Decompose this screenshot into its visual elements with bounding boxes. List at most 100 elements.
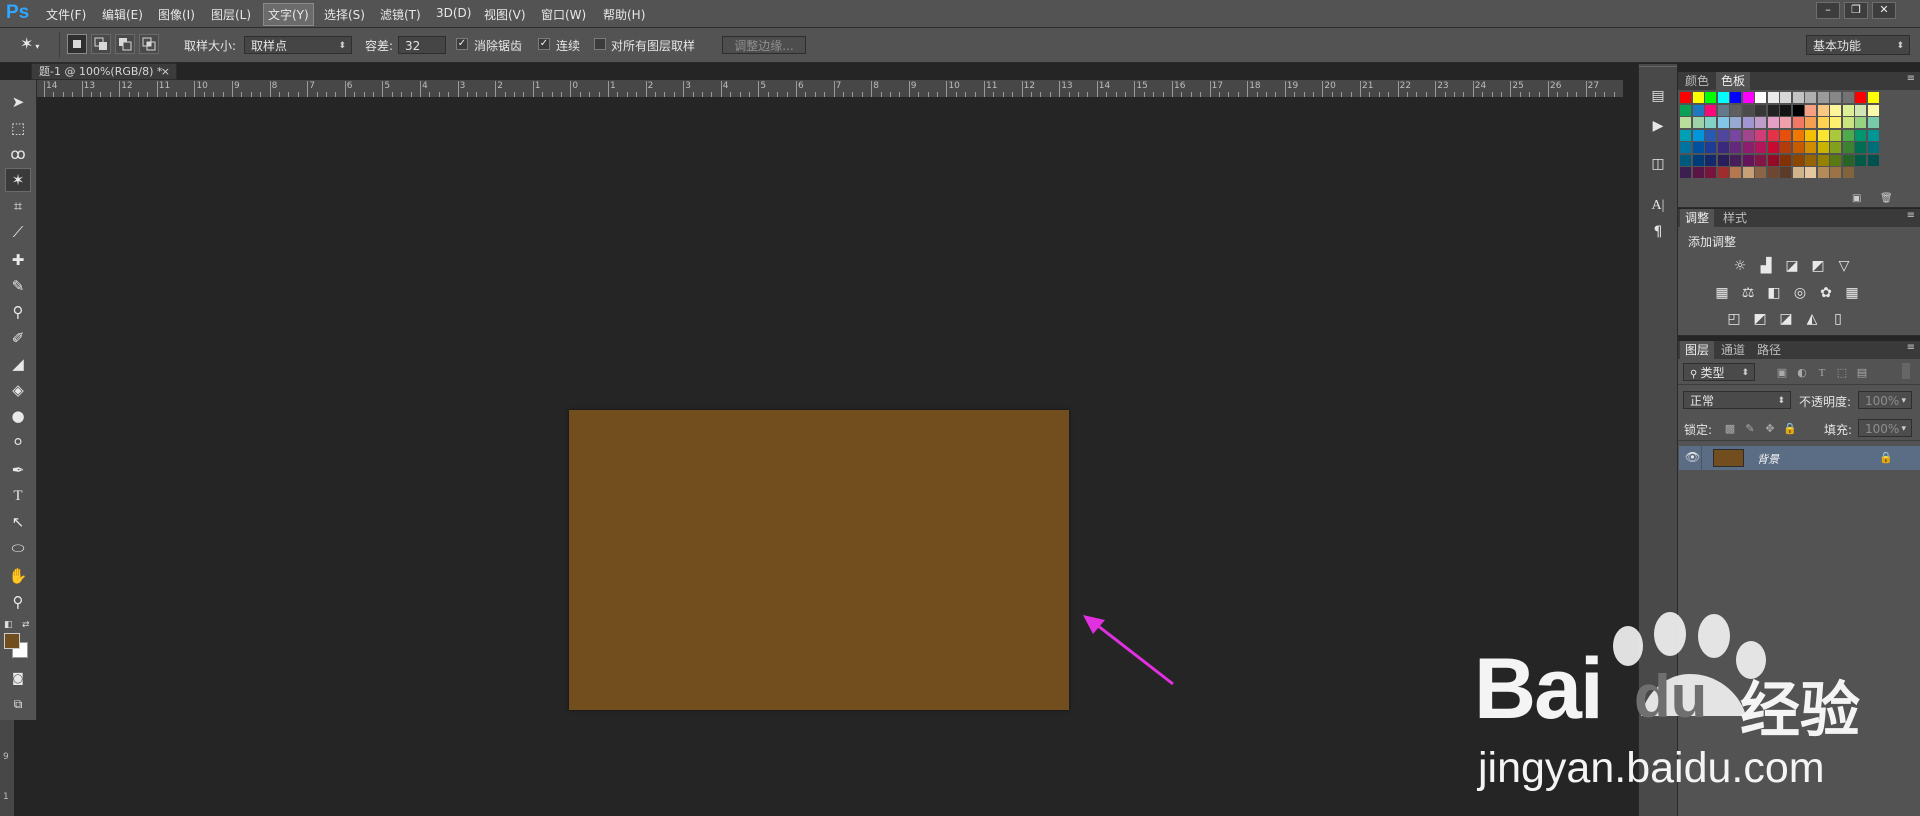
color-swatch[interactable] bbox=[1780, 142, 1791, 153]
color-swatch[interactable] bbox=[1817, 104, 1829, 116]
color-swatch[interactable] bbox=[1717, 154, 1729, 166]
minimize-button[interactable]: – bbox=[1816, 2, 1840, 19]
color-swatch[interactable] bbox=[1855, 142, 1866, 153]
color-swatch[interactable] bbox=[1730, 117, 1741, 128]
color-swatch[interactable] bbox=[1680, 92, 1691, 103]
color-swatch[interactable] bbox=[1830, 154, 1841, 166]
blend-mode-dropdown[interactable]: 正常 ⬍ bbox=[1683, 391, 1791, 409]
menu-filter[interactable]: 滤镜(T) bbox=[380, 6, 421, 23]
color-swatch[interactable] bbox=[1842, 92, 1854, 103]
history-panel-icon[interactable]: ▤ bbox=[1648, 86, 1668, 106]
color-swatch[interactable] bbox=[1842, 129, 1854, 141]
zoom-tool[interactable]: ⚲ bbox=[5, 590, 31, 614]
add-to-selection-button[interactable] bbox=[91, 34, 111, 54]
color-swatch[interactable] bbox=[1705, 92, 1716, 103]
menu-layer[interactable]: 图层(L) bbox=[211, 6, 251, 23]
color-swatch[interactable] bbox=[1842, 154, 1854, 166]
color-swatch[interactable] bbox=[1842, 117, 1854, 128]
color-swatch[interactable] bbox=[1867, 129, 1879, 141]
refine-edge-button[interactable]: 调整边缘... bbox=[722, 36, 806, 54]
trash-icon[interactable]: 🗑 bbox=[1880, 193, 1893, 204]
color-lookup-icon[interactable]: ▦ bbox=[1844, 285, 1860, 301]
color-swatch[interactable] bbox=[1805, 129, 1816, 141]
menu-select[interactable]: 选择(S) bbox=[324, 6, 365, 23]
hand-tool[interactable]: ✋ bbox=[5, 564, 31, 588]
panel-menu-icon[interactable]: ≡ bbox=[1907, 210, 1915, 221]
color-swatch[interactable] bbox=[1830, 167, 1841, 178]
color-swatch[interactable] bbox=[1830, 117, 1841, 128]
color-swatch[interactable] bbox=[1705, 167, 1716, 178]
color-swatch[interactable] bbox=[1692, 104, 1704, 116]
eyedropper-tool[interactable]: ⟋ bbox=[5, 220, 31, 244]
color-swatch[interactable] bbox=[1780, 117, 1791, 128]
color-swatch[interactable] bbox=[1792, 129, 1804, 141]
photo-filter-icon[interactable]: ◎ bbox=[1792, 285, 1808, 301]
intersect-selection-button[interactable] bbox=[139, 34, 159, 54]
color-swatch[interactable] bbox=[1855, 154, 1866, 166]
tab-channels[interactable]: 通道 bbox=[1716, 341, 1750, 359]
color-swatch[interactable] bbox=[1730, 129, 1741, 141]
color-swatch[interactable] bbox=[1767, 142, 1779, 153]
levels-icon[interactable]: ▟ bbox=[1758, 258, 1774, 274]
tab-adjustments[interactable]: 调整 bbox=[1680, 209, 1715, 227]
color-swatch[interactable] bbox=[1692, 117, 1704, 128]
color-swatch[interactable] bbox=[1792, 92, 1804, 103]
tab-layers[interactable]: 图层 bbox=[1680, 341, 1715, 359]
color-swatch[interactable] bbox=[1867, 92, 1879, 103]
magic-wand-tool[interactable]: ✶ bbox=[5, 168, 31, 192]
color-swatch[interactable] bbox=[1805, 154, 1816, 166]
tab-styles[interactable]: 样式 bbox=[1718, 209, 1752, 227]
color-swatch[interactable] bbox=[1817, 117, 1829, 128]
color-swatch[interactable] bbox=[1742, 129, 1754, 141]
menu-edit[interactable]: 编辑(E) bbox=[102, 6, 143, 23]
color-swatch[interactable] bbox=[1855, 104, 1866, 116]
exposure-icon[interactable]: ◩ bbox=[1810, 258, 1826, 274]
color-swatch[interactable] bbox=[1867, 104, 1879, 116]
color-swatch[interactable] bbox=[1755, 129, 1766, 141]
close-window-button[interactable]: ✕ bbox=[1872, 2, 1896, 19]
color-swatch[interactable] bbox=[1792, 142, 1804, 153]
vertical-ruler[interactable]: 9 1 bbox=[0, 710, 14, 816]
layer-filter-dropdown[interactable]: ⚲ 类型 ⬍ bbox=[1683, 363, 1755, 381]
color-swatch[interactable] bbox=[1780, 104, 1791, 116]
color-swatch[interactable] bbox=[1755, 154, 1766, 166]
new-swatch-icon[interactable]: ▣ bbox=[1852, 193, 1861, 204]
color-swatch[interactable] bbox=[1855, 117, 1866, 128]
color-swatch[interactable] bbox=[1842, 142, 1854, 153]
restore-button[interactable]: ❐ bbox=[1844, 2, 1868, 19]
hue-saturation-icon[interactable]: ▦ bbox=[1714, 285, 1730, 301]
color-swatch[interactable] bbox=[1767, 104, 1779, 116]
color-swatch[interactable] bbox=[1742, 167, 1754, 178]
history-brush-tool[interactable]: ✐ bbox=[5, 326, 31, 350]
paragraph-panel-icon[interactable]: ¶ bbox=[1648, 222, 1668, 242]
lock-position-icon[interactable]: ✥ bbox=[1762, 421, 1778, 437]
color-swatch[interactable] bbox=[1767, 167, 1779, 178]
color-swatch[interactable] bbox=[1780, 154, 1791, 166]
color-swatch[interactable] bbox=[1755, 92, 1766, 103]
color-balance-icon[interactable]: ⚖ bbox=[1740, 285, 1756, 301]
color-swatch[interactable] bbox=[1680, 117, 1691, 128]
color-swatch[interactable] bbox=[1780, 167, 1791, 178]
tab-color[interactable]: 颜色 bbox=[1680, 72, 1714, 90]
color-swatch[interactable] bbox=[1692, 129, 1704, 141]
color-swatch[interactable] bbox=[1742, 104, 1754, 116]
tolerance-input[interactable]: 32 bbox=[398, 36, 446, 54]
pen-tool[interactable]: ✒ bbox=[5, 458, 31, 482]
color-swatch[interactable] bbox=[1767, 117, 1779, 128]
menu-3d[interactable]: 3D(D) bbox=[436, 6, 471, 20]
color-swatch[interactable] bbox=[1792, 117, 1804, 128]
color-swatch[interactable] bbox=[1755, 142, 1766, 153]
color-swatch[interactable] bbox=[1755, 167, 1766, 178]
filter-shape-icon[interactable]: ⬚ bbox=[1834, 365, 1850, 381]
filter-smart-object-icon[interactable]: ▤ bbox=[1854, 365, 1870, 381]
color-swatch[interactable] bbox=[1755, 104, 1766, 116]
lock-transparent-icon[interactable]: ▩ bbox=[1722, 421, 1738, 437]
color-swatch[interactable] bbox=[1842, 167, 1854, 178]
color-swatch[interactable] bbox=[1705, 142, 1716, 153]
workspace-dropdown[interactable]: 基本功能 ⬍ bbox=[1806, 35, 1910, 55]
color-swatch[interactable] bbox=[1792, 154, 1804, 166]
color-swatch[interactable] bbox=[1817, 167, 1829, 178]
color-swatch[interactable] bbox=[1692, 167, 1704, 178]
color-swatch[interactable] bbox=[1805, 92, 1816, 103]
color-swatch[interactable] bbox=[1792, 167, 1804, 178]
